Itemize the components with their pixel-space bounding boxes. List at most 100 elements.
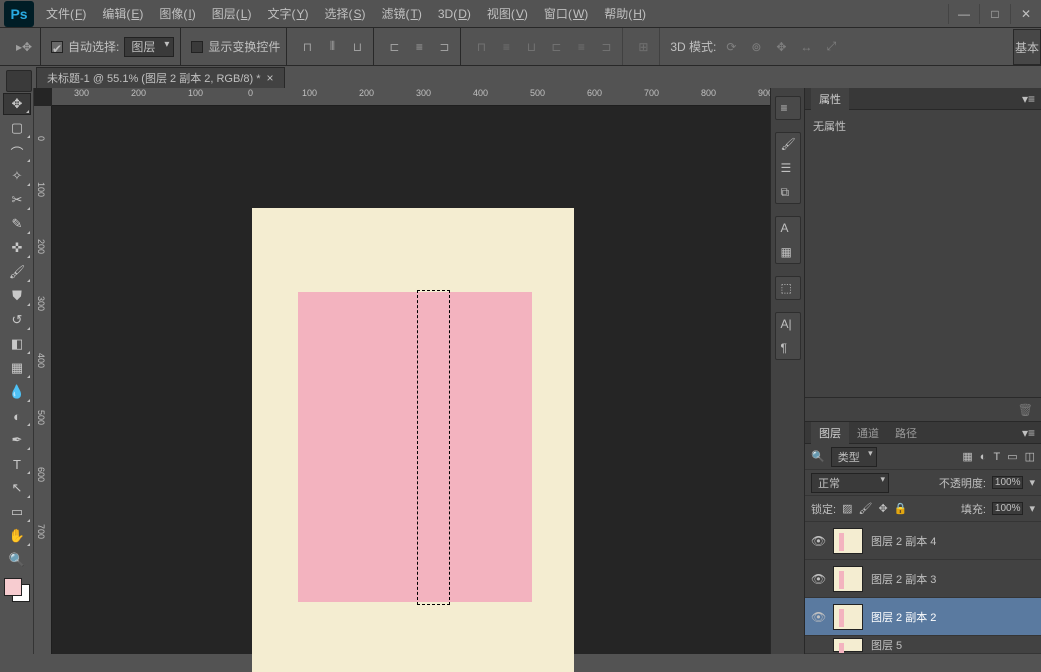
- auto-select-target-select[interactable]: 图层: [124, 37, 174, 57]
- align-bottom-icon[interactable]: ⊔: [347, 37, 367, 57]
- filter-smart-icon[interactable]: ◫: [1025, 450, 1035, 463]
- visibility-toggle-icon[interactable]: 👁: [811, 534, 825, 548]
- layer-row[interactable]: 👁 图层 2 副本 3: [805, 560, 1041, 598]
- eraser-tool[interactable]: ◧: [3, 333, 31, 355]
- dodge-tool[interactable]: ◐: [3, 405, 31, 427]
- align-vcenter-icon[interactable]: ⫴: [322, 37, 342, 57]
- opacity-value-input[interactable]: 100%: [992, 476, 1024, 489]
- layer-row[interactable]: 👁 图层 2 副本 4: [805, 522, 1041, 560]
- close-button[interactable]: ✕: [1011, 4, 1041, 24]
- align-left-icon[interactable]: ⊏: [384, 37, 404, 57]
- layer-thumbnail[interactable]: [833, 638, 863, 652]
- menu-filter[interactable]: 滤镜(T): [374, 0, 430, 27]
- history-panel-icon[interactable]: ≡: [781, 101, 795, 115]
- zoom-tool[interactable]: 🔍: [3, 549, 31, 571]
- layers-menu-icon[interactable]: ▾≡: [1022, 426, 1041, 440]
- align-hcenter-icon[interactable]: ≡: [409, 37, 429, 57]
- 3d-pan-icon[interactable]: ✥: [771, 37, 791, 57]
- tab-close-icon[interactable]: ×: [267, 71, 274, 85]
- horizontal-ruler[interactable]: 300 200 100 0 100 200 300 400 500 600 70…: [52, 88, 770, 106]
- menu-3d[interactable]: 3D(D): [430, 0, 479, 27]
- eyedropper-tool[interactable]: ✎: [3, 213, 31, 235]
- 3d-panel-icon[interactable]: ⬚: [781, 281, 795, 295]
- menu-help[interactable]: 帮助(H): [596, 0, 654, 27]
- path-select-tool[interactable]: ↖: [3, 477, 31, 499]
- vertical-ruler[interactable]: 0 100 200 300 400 500 600 700: [34, 106, 52, 654]
- menu-edit[interactable]: 编辑(E): [94, 0, 151, 27]
- layer-thumbnail[interactable]: [833, 604, 863, 630]
- layer-name-label[interactable]: 图层 2 副本 2: [871, 609, 936, 625]
- crop-tool[interactable]: ✂: [3, 189, 31, 211]
- layer-name-label[interactable]: 图层 5: [871, 637, 902, 653]
- auto-select-checkbox[interactable]: ✔: [51, 41, 63, 53]
- filter-kind-icon[interactable]: 🔍: [811, 450, 825, 463]
- app-logo[interactable]: Ps: [4, 1, 34, 27]
- lock-transparency-icon[interactable]: ▨: [842, 502, 852, 515]
- healing-tool[interactable]: ✜: [3, 237, 31, 259]
- layer-thumbnail[interactable]: [833, 566, 863, 592]
- show-transform-checkbox[interactable]: [191, 41, 203, 53]
- minimize-button[interactable]: —: [949, 4, 979, 24]
- filter-adjust-icon[interactable]: ◐: [980, 451, 987, 463]
- marquee-tool[interactable]: ▢: [3, 117, 31, 139]
- lock-pixels-icon[interactable]: 🖌: [858, 502, 872, 515]
- lock-position-icon[interactable]: ✥: [878, 502, 887, 515]
- brush-tool[interactable]: 🖌: [3, 261, 31, 283]
- layers-tab[interactable]: 图层: [811, 422, 849, 444]
- move-tool[interactable]: ✥: [3, 93, 31, 115]
- blend-mode-select[interactable]: 正常: [811, 473, 889, 493]
- properties-tab[interactable]: 属性: [811, 88, 849, 110]
- blur-tool[interactable]: 💧: [3, 381, 31, 403]
- menu-select[interactable]: 选择(S): [316, 0, 373, 27]
- lasso-tool[interactable]: ⌒: [3, 141, 31, 163]
- 3d-scale-icon[interactable]: ⤢: [821, 37, 841, 57]
- filter-shape-icon[interactable]: ▭: [1007, 450, 1017, 463]
- paths-tab[interactable]: 路径: [887, 422, 925, 444]
- visibility-toggle-icon[interactable]: 👁: [811, 610, 825, 624]
- hand-tool[interactable]: ✋: [3, 525, 31, 547]
- styles-panel-icon[interactable]: ¶: [781, 341, 795, 355]
- 3d-roll-icon[interactable]: ⊚: [746, 37, 766, 57]
- magic-wand-tool[interactable]: ✧: [3, 165, 31, 187]
- history-brush-tool[interactable]: ↺: [3, 309, 31, 331]
- filter-type-icon[interactable]: T: [993, 451, 1000, 463]
- filter-pixel-icon[interactable]: ▦: [962, 450, 972, 463]
- gradient-tool[interactable]: ▦: [3, 357, 31, 379]
- menu-file[interactable]: 文件(F): [38, 0, 94, 27]
- fill-stepper-icon[interactable]: ▾: [1029, 502, 1035, 515]
- shape-tool[interactable]: ▭: [3, 501, 31, 523]
- filter-kind-select[interactable]: 类型: [831, 447, 877, 467]
- menu-type[interactable]: 文字(Y): [259, 0, 316, 27]
- menu-window[interactable]: 窗口(W): [536, 0, 596, 27]
- character-panel-icon[interactable]: A: [781, 221, 795, 235]
- menu-image[interactable]: 图像(I): [151, 0, 203, 27]
- stamp-tool[interactable]: ⛊: [3, 285, 31, 307]
- menu-layer[interactable]: 图层(L): [204, 0, 260, 27]
- paragraph-panel-icon[interactable]: A|: [781, 317, 795, 331]
- lock-all-icon[interactable]: 🔒: [894, 502, 908, 515]
- canvas[interactable]: [52, 106, 770, 654]
- document-tab[interactable]: 未标题-1 @ 55.1% (图层 2 副本 2, RGB/8) * ×: [36, 67, 285, 88]
- layer-name-label[interactable]: 图层 2 副本 3: [871, 571, 936, 587]
- layer-thumbnail[interactable]: [833, 528, 863, 554]
- layer-row-selected[interactable]: 👁 图层 2 副本 2: [805, 598, 1041, 636]
- opacity-stepper-icon[interactable]: ▾: [1029, 476, 1035, 489]
- layer-row[interactable]: 图层 5: [805, 636, 1041, 654]
- color-swatches[interactable]: [4, 578, 30, 602]
- menu-view[interactable]: 视图(V): [479, 0, 536, 27]
- workspace-switcher-button[interactable]: 基本: [1013, 29, 1041, 65]
- swatches-panel-icon[interactable]: ▦: [781, 245, 795, 259]
- brush-panel-icon[interactable]: 🖌: [781, 137, 795, 151]
- 3d-slide-icon[interactable]: ↔: [796, 37, 816, 57]
- move-tool-preset-icon[interactable]: ▸✥: [14, 37, 34, 57]
- brush-presets-icon[interactable]: ☰: [781, 161, 795, 175]
- 3d-orbit-icon[interactable]: ⟳: [721, 37, 741, 57]
- trash-icon[interactable]: 🗑: [1018, 403, 1033, 417]
- align-top-icon[interactable]: ⊓: [297, 37, 317, 57]
- maximize-button[interactable]: □: [980, 4, 1010, 24]
- visibility-toggle-icon[interactable]: 👁: [811, 572, 825, 586]
- layer-name-label[interactable]: 图层 2 副本 4: [871, 533, 936, 549]
- panel-menu-icon[interactable]: ▾≡: [1022, 92, 1041, 106]
- fill-value-input[interactable]: 100%: [992, 502, 1024, 515]
- type-tool[interactable]: T: [3, 453, 31, 475]
